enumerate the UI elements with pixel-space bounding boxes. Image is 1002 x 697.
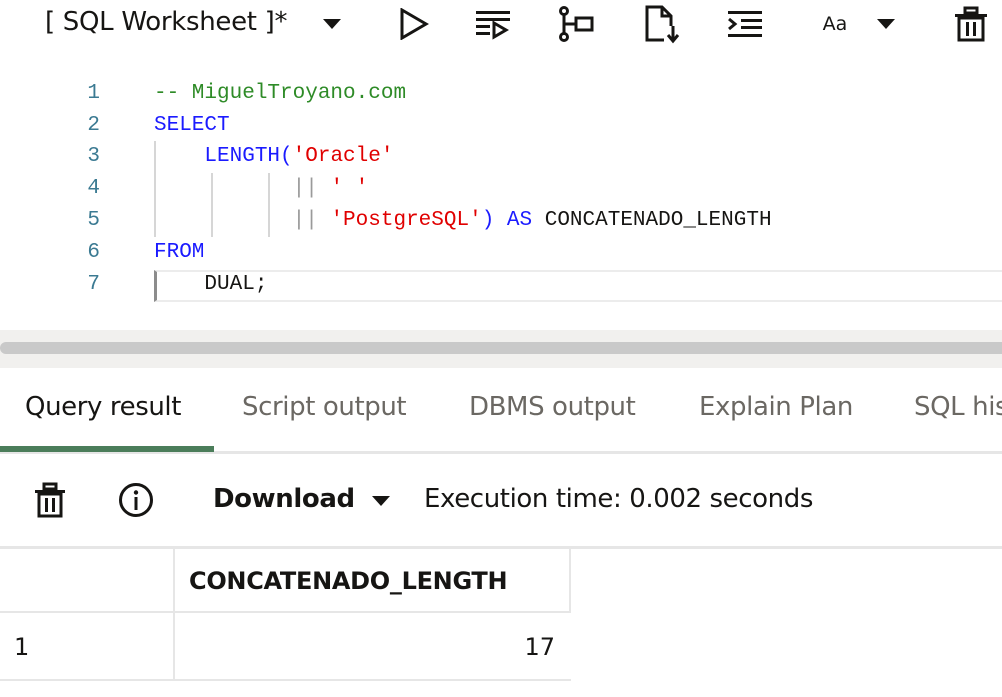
code-text: || 'PostgreSQL') AS CONCATENADO_LENGTH bbox=[154, 205, 772, 237]
code-token: LENGTH( bbox=[204, 145, 293, 168]
code-text: SELECT bbox=[154, 110, 230, 142]
line-number: 7 bbox=[87, 273, 100, 296]
code-text: LENGTH('Oracle' bbox=[154, 141, 393, 173]
splitter-handle[interactable] bbox=[0, 342, 1002, 354]
execution-time: Execution time: 0.002 seconds bbox=[424, 484, 813, 514]
code-line[interactable]: 1 -- MiguelTroyano.com bbox=[0, 78, 1002, 110]
format-code-button[interactable] bbox=[727, 6, 763, 42]
download-file-button[interactable] bbox=[644, 5, 680, 44]
trash-icon bbox=[955, 6, 987, 42]
results-toolbar: Download Execution time: 0.002 seconds bbox=[0, 454, 1002, 546]
info-button[interactable] bbox=[118, 482, 154, 518]
code-line[interactable]: 3 LENGTH('Oracle' bbox=[0, 141, 1002, 173]
code-token: -- MiguelTroyano.com bbox=[154, 82, 407, 105]
run-statement-icon bbox=[400, 8, 429, 40]
tab-dbms-output[interactable]: DBMS output bbox=[469, 392, 636, 422]
line-number: 1 bbox=[87, 82, 100, 105]
line-number: 3 bbox=[87, 145, 100, 168]
font-size-icon: Aa bbox=[822, 13, 848, 35]
code-text: || ' ' bbox=[154, 173, 369, 205]
caret-down-icon bbox=[877, 19, 895, 29]
code-text: DUAL; bbox=[154, 269, 267, 301]
code-token: 'PostgreSQL' bbox=[330, 209, 482, 232]
download-button[interactable]: Download bbox=[213, 484, 355, 514]
explain-plan-button[interactable] bbox=[559, 6, 595, 42]
row-number: 1 bbox=[0, 613, 175, 681]
line-number: 6 bbox=[87, 241, 100, 264]
explain-plan-icon bbox=[559, 6, 594, 42]
code-token: || bbox=[292, 209, 318, 232]
code-token: 'Oracle' bbox=[292, 145, 394, 168]
clear-button[interactable] bbox=[953, 6, 989, 42]
tab-script-output[interactable]: Script output bbox=[242, 392, 407, 422]
code-line[interactable]: 7 DUAL; bbox=[0, 269, 1002, 301]
info-icon bbox=[119, 483, 153, 517]
code-text: -- MiguelTroyano.com bbox=[154, 78, 406, 110]
code-token: SELECT bbox=[154, 114, 230, 137]
code-text: FROM bbox=[154, 237, 204, 269]
code-token: || bbox=[292, 177, 318, 200]
font-size-button[interactable]: Aa bbox=[817, 6, 853, 42]
caret-down-icon bbox=[323, 19, 341, 29]
line-number: 4 bbox=[87, 177, 100, 200]
table-cell[interactable]: 17 bbox=[175, 613, 571, 681]
pane-splitter[interactable] bbox=[0, 330, 1002, 368]
tab-sql-history[interactable]: SQL history bbox=[914, 392, 1002, 422]
run-script-icon bbox=[476, 11, 510, 40]
code-line[interactable]: 4 || ' ' bbox=[0, 173, 1002, 205]
code-token: CONCATENADO_LENGTH bbox=[532, 209, 772, 232]
tab-query-result[interactable]: Query result bbox=[25, 392, 181, 422]
code-line[interactable]: 5 || 'PostgreSQL') AS CONCATENADO_LENGTH bbox=[0, 205, 1002, 237]
tab-explain-plan[interactable]: Explain Plan bbox=[699, 392, 853, 422]
download-file-icon bbox=[645, 5, 680, 44]
code-token: DUAL; bbox=[204, 273, 268, 296]
code-token: ' ' bbox=[330, 177, 369, 200]
run-script-button[interactable] bbox=[475, 6, 511, 42]
format-code-icon bbox=[728, 11, 762, 37]
trash-icon bbox=[35, 482, 65, 518]
code-line[interactable]: 2 SELECT bbox=[0, 110, 1002, 142]
download-menu-button[interactable] bbox=[372, 496, 390, 506]
code-line[interactable]: 6 FROM bbox=[0, 237, 1002, 269]
worksheet-title[interactable]: [ SQL Worksheet ]* bbox=[45, 7, 287, 37]
grid-corner-cell bbox=[0, 549, 175, 613]
output-tabs: Query result Script output DBMS output E… bbox=[0, 368, 1002, 454]
worksheet-menu-button[interactable] bbox=[314, 6, 350, 42]
line-number: 2 bbox=[87, 114, 100, 137]
worksheet-toolbar: [ SQL Worksheet ]* Aa bbox=[0, 0, 1002, 52]
clear-results-button[interactable] bbox=[32, 482, 68, 518]
code-token: FROM bbox=[154, 241, 205, 264]
code-token: ) AS bbox=[481, 209, 533, 232]
active-tab-indicator bbox=[0, 446, 214, 452]
run-statement-button[interactable] bbox=[396, 6, 432, 42]
caret-down-icon bbox=[372, 496, 390, 506]
results-grid: CONCATENADO_LENGTH 1 17 bbox=[0, 546, 1002, 697]
column-header[interactable]: CONCATENADO_LENGTH bbox=[175, 549, 571, 613]
line-number: 5 bbox=[87, 209, 100, 232]
font-size-menu-button[interactable] bbox=[868, 6, 904, 42]
